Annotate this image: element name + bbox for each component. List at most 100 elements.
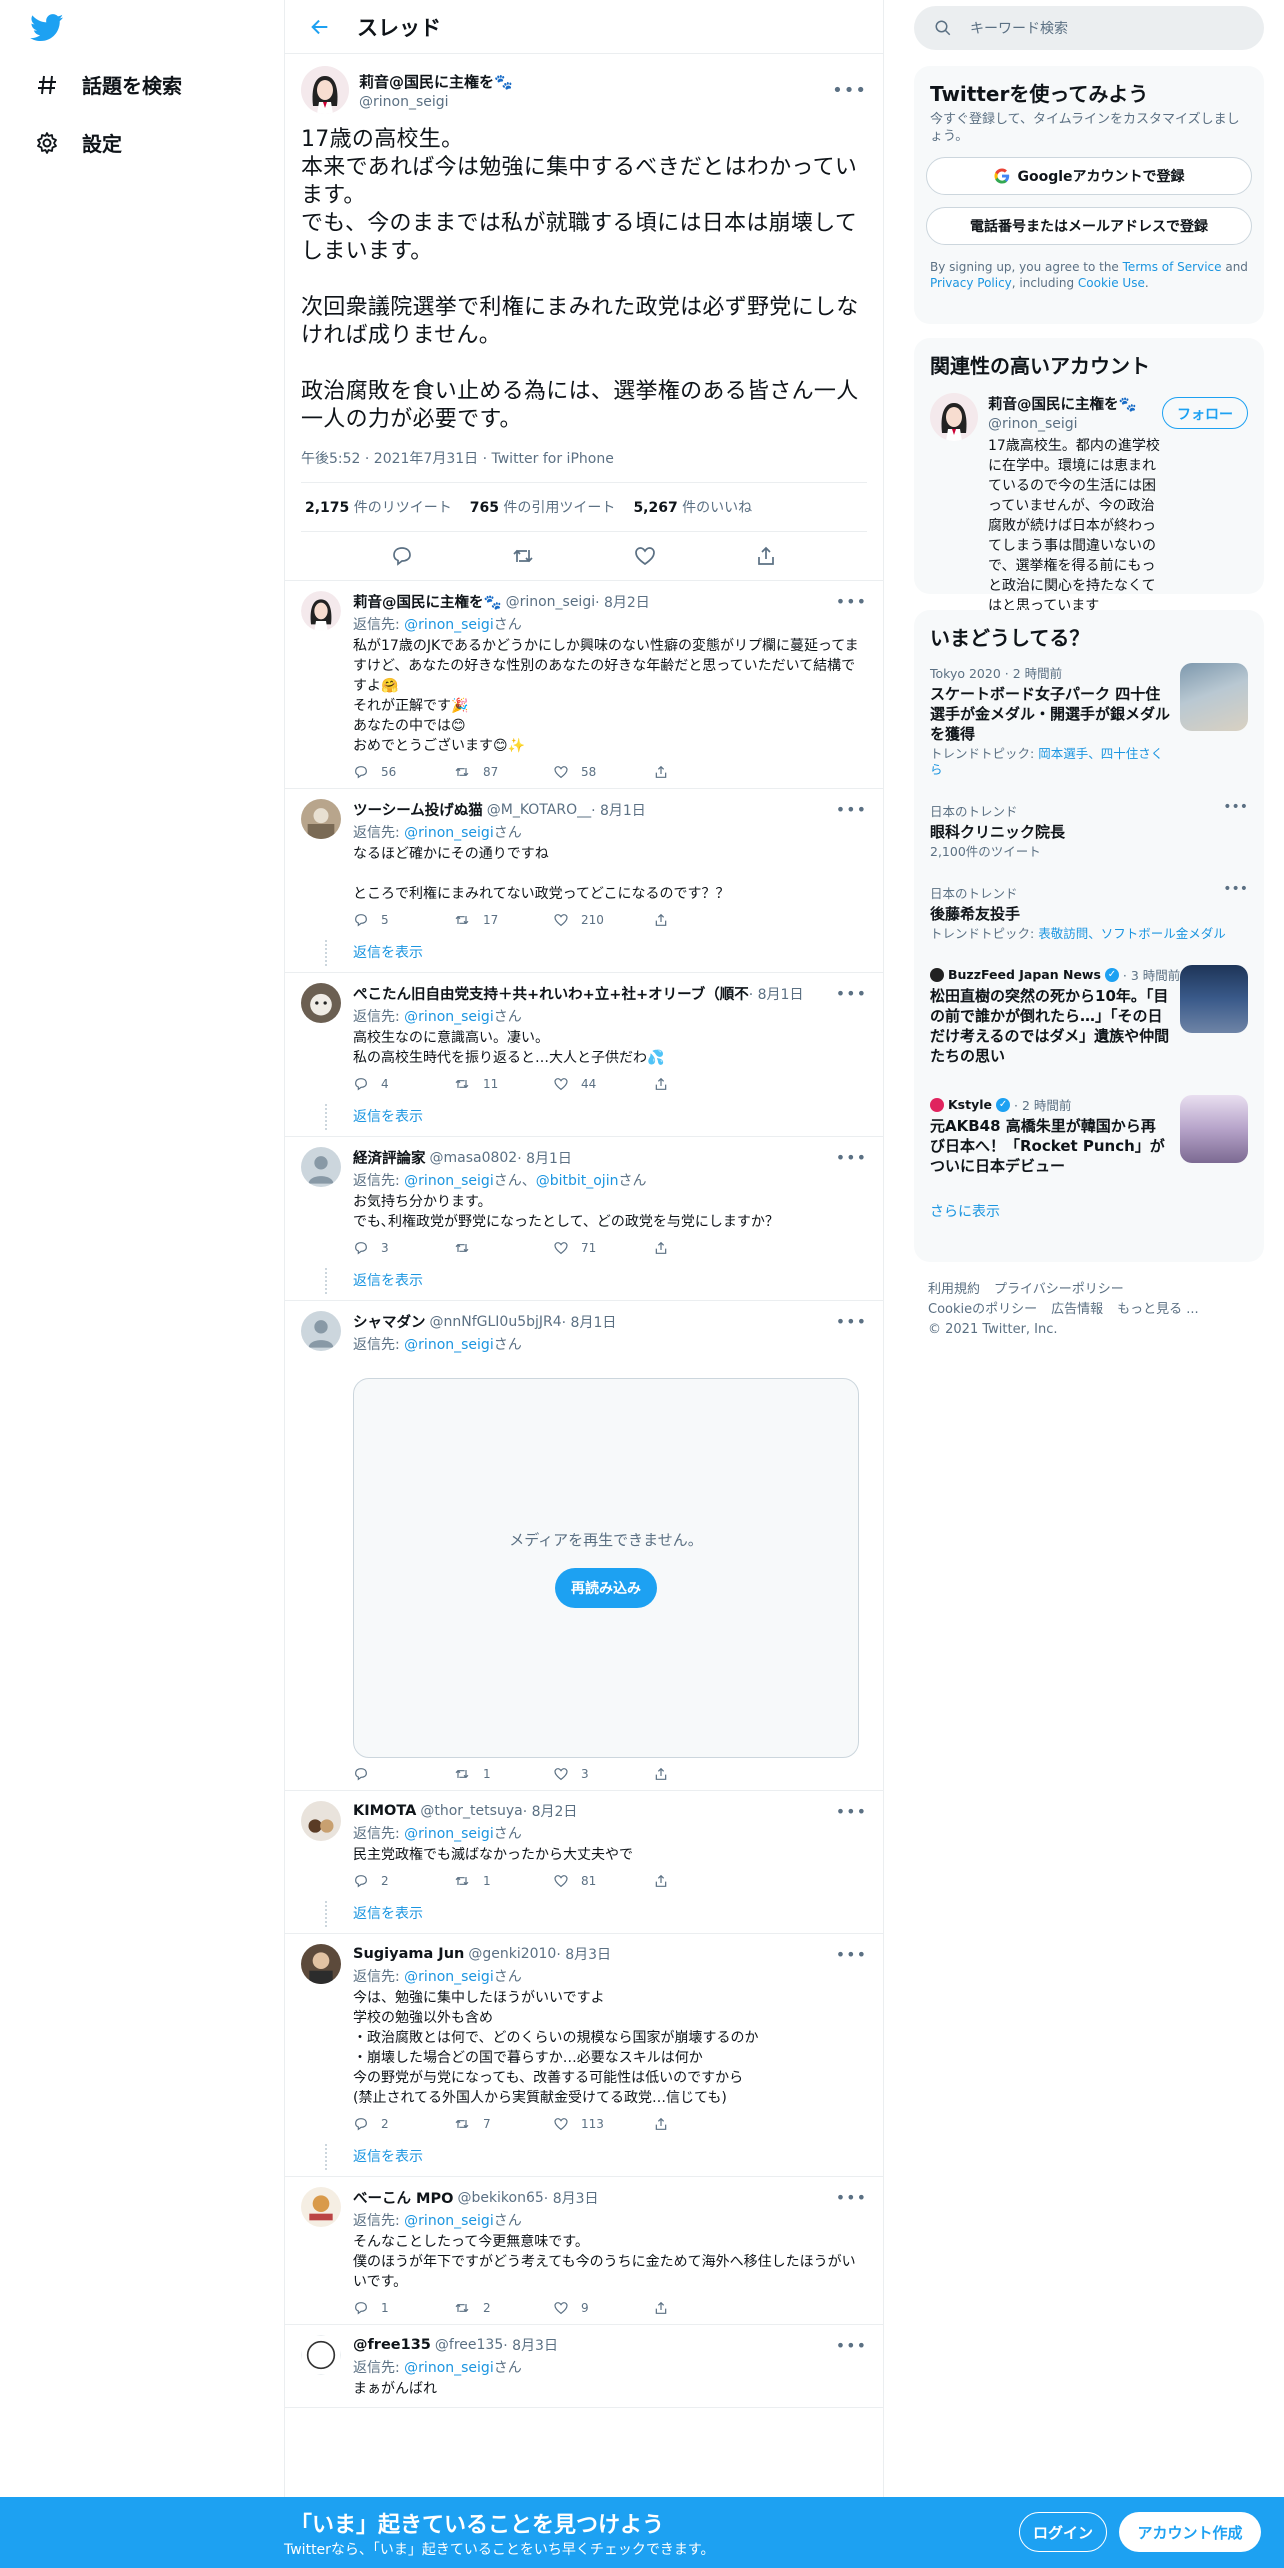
mention-link[interactable]: @rinon_seigi [404,1173,494,1189]
like-icon[interactable] [553,764,569,780]
quotes-stat[interactable]: 765 件の引用ツイート [470,497,616,517]
trend-item[interactable]: 日本のトレンド 後藤希友投手 トレンドトピック: 表敬訪問、ソフトボール金メダル… [914,871,1264,953]
reply-date[interactable]: · 8月1日 [562,1312,617,1332]
avatar[interactable] [301,1944,341,1984]
reply-tweet[interactable]: KIMOTA @thor_tetsuya · 8月2日 ••• 返信先: @rinon… [285,1791,883,1934]
mention-link[interactable]: @rinon_seigi [404,1826,494,1842]
reply-tweet[interactable]: べーこん MPO @bekikon65 · 8月3日 ••• 返信先: @rinon_… [285,2177,883,2325]
reply-icon[interactable] [353,1873,369,1889]
trend-item[interactable]: Tokyo 2020 · 2 時間前 スケートボード女子パーク 四十住選手が金メ… [914,651,1264,789]
footer-link[interactable]: 利用規約 [928,1282,980,1297]
like-icon[interactable] [633,544,657,568]
more-options-icon[interactable]: ••• [836,1945,867,1964]
login-button[interactable]: ログイン [1019,2512,1107,2552]
media-player[interactable]: メディアを再生できません。 再読み込み [353,1378,859,1758]
avatar[interactable] [301,1801,341,1841]
cookie-link[interactable]: Cookie Use [1078,276,1145,290]
reply-tweet[interactable]: @free135 @free135 · 8月3日 ••• 返信先: @rinon_se… [285,2325,883,2408]
share-icon[interactable] [653,1766,669,1782]
reply-icon[interactable] [390,544,414,568]
footer-link[interactable]: Cookieのポリシー [928,1302,1037,1317]
reply-icon[interactable] [353,1766,369,1782]
retweet-icon[interactable] [453,1240,471,1256]
follow-button[interactable]: フォロー [1162,397,1248,429]
avatar[interactable] [301,1311,341,1351]
footer-link[interactable]: もっと見る ... [1117,1302,1199,1317]
mention-link[interactable]: @bitbit_ojin [536,1173,619,1189]
reply-author-name[interactable]: シャマダン [353,1311,426,1332]
show-replies-link[interactable]: 返信を表示 [353,942,867,962]
retweet-icon[interactable] [453,1076,471,1092]
show-replies-link[interactable]: 返信を表示 [353,2146,867,2166]
trend-item[interactable]: Kstyle ✓ · 2 時間前 元AKB48 高橋朱里が韓国から再び日本へ！「R… [914,1083,1264,1193]
retweet-icon[interactable] [453,1873,471,1889]
reply-tweet[interactable]: ぺこたん旧自由党支持＋共+れいわ+立+社+オリーブ（順不 · 8月1日 ••• 返信… [285,973,883,1137]
trend-item[interactable]: 日本のトレンド 眼科クリニック院長 2,100件のツイート ••• [914,789,1264,871]
share-icon[interactable] [653,764,669,780]
reply-author-handle[interactable]: @bekikon65 [457,2190,543,2206]
retweet-icon[interactable] [453,2300,471,2316]
reply-date[interactable]: · 8月1日 [749,984,804,1004]
reply-author-handle[interactable]: @thor_tetsuya [420,1803,522,1819]
more-options-icon[interactable]: ••• [836,1802,867,1821]
like-icon[interactable] [553,2116,569,2132]
share-icon[interactable] [653,2116,669,2132]
reply-author-name[interactable]: ツーシーム投げぬ猫 [353,799,483,820]
mention-link[interactable]: @rinon_seigi [404,1969,494,1985]
reply-icon[interactable] [353,912,369,928]
show-replies-link[interactable]: 返信を表示 [353,1270,867,1290]
show-replies-link[interactable]: 返信を表示 [353,1106,867,1126]
reply-icon[interactable] [353,1240,369,1256]
reply-date[interactable]: · 8月3日 [503,2335,558,2355]
like-icon[interactable] [553,912,569,928]
google-signup-button[interactable]: Googleアカウントで登録 [926,157,1252,195]
reply-tweet[interactable]: 経済評論家 @masa0802 · 8月1日 ••• 返信先: @rinon_seig… [285,1137,883,1301]
more-options-icon[interactable]: ••• [836,2188,867,2207]
reply-date[interactable]: · 8月1日 [517,1148,572,1168]
reply-date[interactable]: · 8月3日 [544,2188,599,2208]
mention-link[interactable]: @rinon_seigi [404,2213,494,2229]
trend-topic-link[interactable]: 表敬訪問、ソフトボール金メダル [1038,926,1226,941]
search-input[interactable]: キーワード検索 [914,6,1264,50]
like-icon[interactable] [553,1873,569,1889]
retweet-icon[interactable] [453,2116,471,2132]
related-handle[interactable]: @rinon_seigi [988,416,1162,432]
reply-tweet[interactable]: Sugiyama Jun @genki2010 · 8月3日 ••• 返信先: @ri… [285,1934,883,2177]
trend-item[interactable]: BuzzFeed Japan News ✓ · 3 時間前 松田直樹の突然の死から… [914,953,1264,1083]
reply-tweet[interactable]: シャマダン @nnNfGLI0u5bjJR4 · 8月1日 ••• 返信先: @rin… [285,1301,883,1791]
like-icon[interactable] [553,1766,569,1782]
author-name[interactable]: 莉音@国民に主権を🐾 [359,71,832,92]
nav-explore[interactable]: 話題を検索 [34,70,182,99]
reply-author-name[interactable]: Sugiyama Jun [353,1946,464,1962]
like-icon[interactable] [553,2300,569,2316]
reply-author-name[interactable]: 莉音@国民に主権を🐾 [353,591,502,612]
twitter-logo-icon[interactable] [30,14,64,42]
reply-author-handle[interactable]: @rinon_seigi [506,594,596,610]
likes-stat[interactable]: 5,267 件のいいね [633,497,752,517]
reply-date[interactable]: · 8月2日 [523,1801,578,1821]
mention-link[interactable]: @rinon_seigi [404,617,494,633]
reply-date[interactable]: · 8月1日 [591,800,646,820]
signup-button[interactable]: アカウント作成 [1119,2512,1261,2552]
retweet-icon[interactable] [511,544,535,568]
tweet-timestamp[interactable]: 午後5:52 · 2021年7月31日 · Twitter for iPhone [301,448,867,483]
retweets-stat[interactable]: 2,175 件のリツイート [305,497,452,517]
mention-link[interactable]: @rinon_seigi [404,2360,494,2376]
avatar[interactable] [301,799,341,839]
reply-date[interactable]: · 8月3日 [556,1944,611,1964]
more-options-icon[interactable]: ••• [836,592,867,611]
show-replies-link[interactable]: 返信を表示 [353,1903,867,1923]
reply-author-handle[interactable]: @free135 [435,2337,503,2353]
related-name[interactable]: 莉音@国民に主権を🐾 [988,393,1162,414]
reply-author-name[interactable]: @free135 [353,2337,431,2353]
reload-button[interactable]: 再読み込み [555,1567,657,1608]
share-icon[interactable] [653,1240,669,1256]
reply-date[interactable]: · 8月2日 [595,592,650,612]
more-options-icon[interactable]: ••• [836,1148,867,1167]
footer-link[interactable]: プライバシーポリシー [994,1282,1124,1297]
share-icon[interactable] [653,2300,669,2316]
reply-author-name[interactable]: KIMOTA [353,1803,416,1819]
avatar[interactable] [301,66,349,114]
more-options-icon[interactable]: ••• [1223,799,1248,815]
share-icon[interactable] [653,912,669,928]
